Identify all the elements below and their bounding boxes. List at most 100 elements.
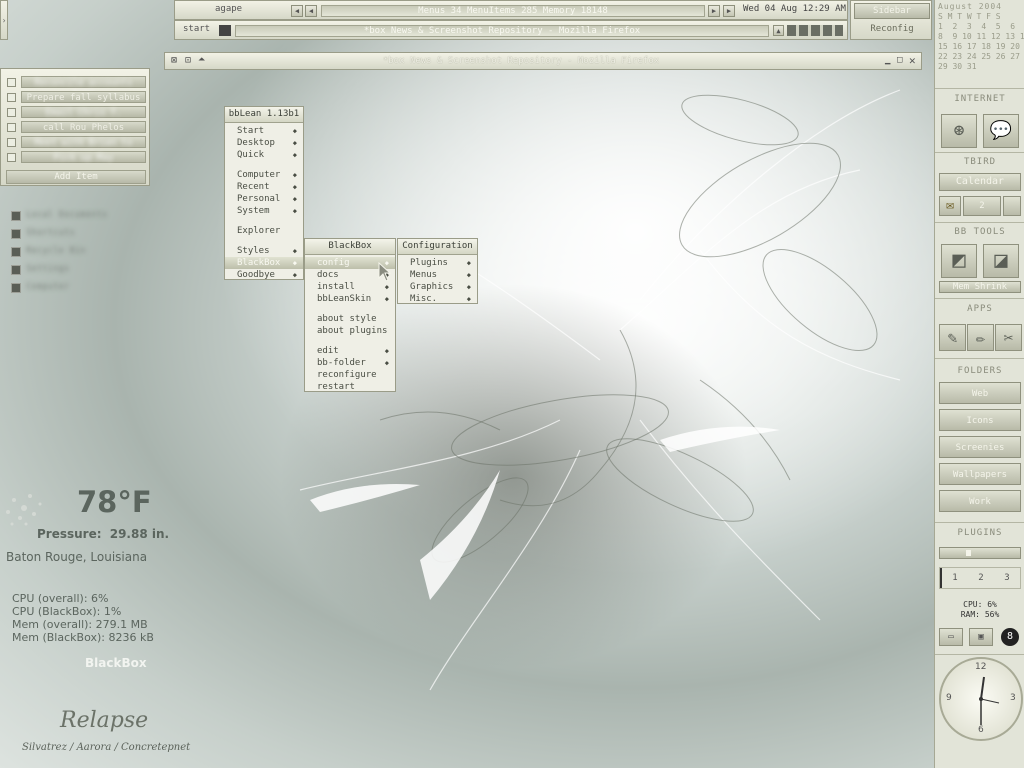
window-shade-icon[interactable]: ⏶ — [198, 55, 205, 65]
blackbox-menu-title: BlackBox — [305, 239, 395, 255]
desktop-icon-label[interactable]: Shortcuts — [26, 228, 75, 238]
folder-button-work[interactable]: Work — [939, 490, 1021, 512]
calendar-week-row[interactable]: 15 16 17 18 19 20 21 — [938, 42, 1024, 52]
app-brush-icon[interactable]: ✎ — [939, 324, 966, 351]
main-menu-item-recent[interactable]: Recent ◆ — [225, 181, 303, 193]
active-task[interactable]: *box News & Screenshot Repository - Mozi… — [235, 25, 769, 37]
workspace-next2-button[interactable]: ▶ — [723, 5, 735, 17]
folder-button-screenies[interactable]: Screenies — [939, 436, 1021, 458]
add-item-button[interactable]: Add Item — [6, 170, 146, 184]
menu-item-label: config — [317, 258, 350, 268]
main-menu-item-computer[interactable]: Computer ◆ — [225, 169, 303, 181]
window-sticky-icon[interactable]: ⊡ — [185, 55, 191, 66]
config-menu-item-graphics[interactable]: Graphics ◆ — [398, 281, 477, 293]
main-menu-item-desktop[interactable]: Desktop ◆ — [225, 137, 303, 149]
todo-item[interactable]: Reconcile accounts BANS — [21, 76, 146, 100]
desktop-icon-label[interactable]: Settings — [26, 264, 69, 274]
mail-icon[interactable]: ✉ — [939, 196, 961, 216]
desktop-icon-label[interactable]: Recycle Bin — [26, 246, 86, 256]
firefox-window-titlebar[interactable]: ⊠ ⊡ ⏶ *box News & Screenshot Repository … — [164, 52, 922, 70]
config-menu-item-plugins[interactable]: Plugins ◆ — [398, 257, 477, 269]
window-maximize-icon[interactable]: □ — [897, 55, 902, 65]
bbtool-icon-2[interactable]: ◪ — [983, 244, 1019, 278]
tray-icons[interactable] — [787, 25, 843, 36]
main-menu-item-personal[interactable]: Personal ◆ — [225, 193, 303, 205]
todo-item[interactable]: Email Chris T. — [21, 106, 146, 118]
start-button[interactable]: start — [183, 24, 210, 34]
blackbox-menu-item-bb-folder[interactable]: bb-folder ◆ — [305, 357, 395, 369]
submenu-arrow-icon: ◆ — [466, 271, 471, 279]
todo-checkbox[interactable] — [7, 78, 16, 87]
main-menu-item-explorer[interactable]: Explorer — [225, 225, 303, 237]
app-pencil-icon[interactable]: ✏ — [967, 324, 994, 351]
calendar-month: August 2004 — [938, 2, 1002, 11]
workspace-3[interactable]: 3 — [994, 568, 1020, 588]
plugin-slider[interactable] — [939, 547, 1021, 559]
desktop-icon[interactable] — [11, 283, 21, 293]
firefox-task-icon[interactable] — [219, 25, 231, 36]
desktop-icon-label[interactable]: Local Documents — [26, 210, 107, 220]
todo-item[interactable]: Meet with Brian to grip — [21, 136, 146, 160]
blackbox-menu-item-edit[interactable]: edit ◆ — [305, 345, 395, 357]
workspace-prev-button[interactable]: ◀ — [291, 5, 303, 17]
desktop-icon[interactable] — [11, 265, 21, 275]
mem-shrink-button[interactable]: Mem Shrink — [939, 281, 1021, 293]
workspace-2[interactable]: 2 — [968, 568, 994, 588]
chat-icon[interactable]: 💬 — [983, 114, 1019, 148]
workspace-next-button[interactable]: ▶ — [708, 5, 720, 17]
desktop-icon[interactable] — [11, 211, 21, 221]
todo-checkbox[interactable] — [7, 108, 16, 117]
todo-item[interactable]: Pick up May — [21, 151, 146, 163]
folder-button-web[interactable]: Web — [939, 382, 1021, 404]
main-menu-item-system[interactable]: System ◆ — [225, 205, 303, 217]
todo-checkbox[interactable] — [7, 123, 16, 132]
todo-checkbox[interactable] — [7, 138, 16, 147]
blackbox-menu-item-about-plugins[interactable]: about plugins — [305, 325, 395, 337]
config-menu-item-misc[interactable]: Misc. ◆ — [398, 293, 477, 305]
calendar-week-row[interactable]: 1 2 3 4 5 6 7 — [938, 22, 1024, 32]
plugin-icon-1[interactable]: ▭ — [939, 628, 963, 646]
folder-button-icons[interactable]: Icons — [939, 409, 1021, 431]
workspace-1[interactable]: 1 — [940, 568, 968, 588]
mail-toggle-button[interactable] — [1003, 196, 1021, 216]
desktop-icon[interactable] — [11, 229, 21, 239]
blackbox-menu-item-restart[interactable]: restart — [305, 381, 395, 393]
calendar-week-row[interactable]: 22 23 24 25 26 27 28 — [938, 52, 1024, 62]
main-menu-item-goodbye[interactable]: Goodbye ◆ — [225, 269, 303, 281]
desktop-icon-label[interactable]: Computer — [26, 282, 69, 292]
blackbox-menu-item-bbleanskin[interactable]: bbLeanSkin ◆ — [305, 293, 395, 305]
main-menu-item-blackbox[interactable]: BlackBox ◆ — [225, 257, 303, 269]
config-menu-item-menus[interactable]: Menus ◆ — [398, 269, 477, 281]
desktop-icon[interactable] — [11, 247, 21, 257]
sidebar-button[interactable]: Sidebar — [854, 3, 930, 19]
eight-ball-icon[interactable]: 8 — [1001, 628, 1019, 646]
todo-item[interactable]: Prepare fall syllabus — [21, 91, 146, 103]
calendar-button[interactable]: Calendar — [939, 173, 1021, 191]
main-menu-item-styles[interactable]: Styles ◆ — [225, 245, 303, 257]
submenu-arrow-icon: ◆ — [466, 259, 471, 267]
window-close-icon[interactable]: ✕ — [909, 54, 916, 67]
edge-tab[interactable]: › — [0, 0, 8, 40]
submenu-arrow-icon: ◆ — [292, 139, 297, 147]
folder-button-wallpapers[interactable]: Wallpapers — [939, 463, 1021, 485]
blackbox-menu-item-install[interactable]: install ◆ — [305, 281, 395, 293]
blackbox-menu-item-about-style[interactable]: about style — [305, 313, 395, 325]
todo-checkbox[interactable] — [7, 93, 16, 102]
submenu-arrow-icon: ◆ — [384, 295, 389, 303]
blackbox-menu-item-reconfigure[interactable]: reconfigure — [305, 369, 395, 381]
todo-item[interactable]: call Rou Phelos — [21, 121, 146, 133]
calendar-week-row[interactable]: 8 9 10 11 12 13 14 — [938, 32, 1024, 42]
window-close-left-icon[interactable]: ⊠ — [171, 55, 177, 66]
calendar-week-row[interactable]: 29 30 31 — [938, 62, 1024, 72]
bbtool-icon-1[interactable]: ◩ — [941, 244, 977, 278]
window-minimize-icon[interactable]: ▁ — [885, 55, 890, 65]
main-menu-item-start[interactable]: Start ◆ — [225, 125, 303, 137]
workspace-prev2-button[interactable]: ◀ — [305, 5, 317, 17]
browser-icon[interactable]: ⊛ — [941, 114, 977, 148]
app-tools-icon[interactable]: ✂ — [995, 324, 1022, 351]
plugin-icon-2[interactable]: ▣ — [969, 628, 993, 646]
reconfig-button[interactable]: Reconfig — [854, 22, 930, 38]
todo-checkbox[interactable] — [7, 153, 16, 162]
main-menu-item-quick[interactable]: Quick ◆ — [225, 149, 303, 161]
tray-up-icon[interactable]: ▲ — [773, 25, 784, 36]
